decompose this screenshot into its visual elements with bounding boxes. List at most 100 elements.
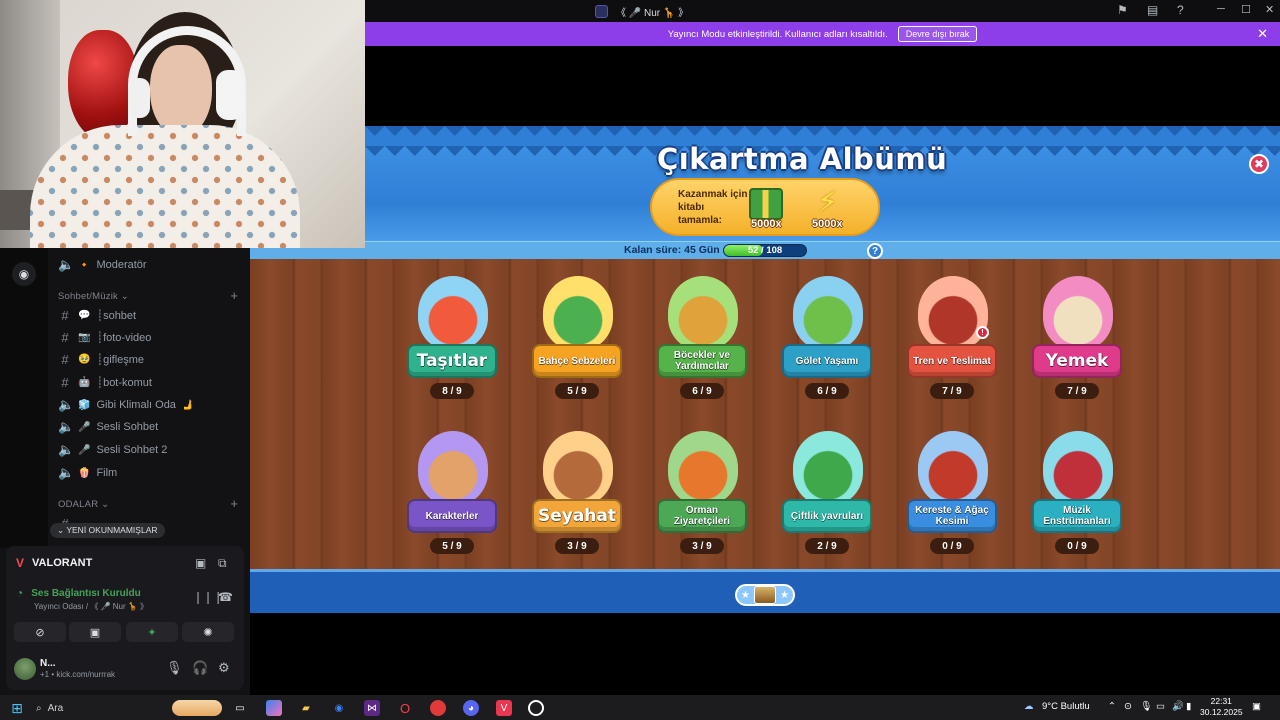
network-icon[interactable]: ▭ [1156, 701, 1165, 712]
channel-emoji: 📷 [78, 331, 91, 343]
user-name: N... [40, 658, 56, 669]
server-rail: ◉ [0, 248, 48, 548]
user-status: +1 • kick.com/nurrrak [40, 670, 116, 679]
sticker-card[interactable]: Kereste & Ağaç Kesimi 0 / 9 [904, 431, 1000, 581]
sticker-card[interactable]: Böcekler ve Yardımcılar 6 / 9 [654, 276, 750, 426]
copilot-icon[interactable] [266, 700, 282, 716]
sticker-art-icon [668, 431, 738, 505]
minimize-icon[interactable]: ─ [1217, 3, 1225, 15]
app-icon [595, 5, 608, 18]
new-unread-pill[interactable]: ⌄ YENİ OKUNMAMIŞLAR [50, 523, 165, 538]
file-explorer-icon[interactable]: ▰ [298, 700, 314, 716]
channel-moderator[interactable]: 🔈 🔸 Moderatör [58, 255, 147, 275]
maximize-icon[interactable]: ☐ [1241, 3, 1251, 16]
channel-gibi-klimali-oda[interactable]: 🔈 🧊 Gibi Klimalı Oda 🫸 [58, 395, 194, 415]
disable-streamer-mode-button[interactable]: Devre dışı bırak [897, 26, 978, 42]
discord-icon[interactable]: ◕ [463, 700, 479, 716]
sticker-name-plate: Yemek [1032, 344, 1122, 378]
sticker-card[interactable]: Bahçe Sebzeleri 5 / 9 [529, 276, 625, 426]
channel-film[interactable]: 🔈 🍿 Film [58, 463, 117, 483]
screen-share-button[interactable]: ▣ [69, 622, 121, 642]
camera-off-button[interactable]: ⊘ [14, 622, 66, 642]
visual-studio-icon[interactable]: ⋈ [364, 700, 380, 716]
microphone-icon[interactable]: 🎙 [166, 660, 183, 676]
tray-overflow-icon[interactable]: ⌃ [1108, 701, 1116, 712]
taskbar: ⊞ ⌕ Ara ▭ ▰ ◉ ⋈ O ◕ V ☁ 9°C Bulutlu ⌃ ⊙ … [0, 695, 1280, 720]
valorant-icon[interactable]: V [496, 700, 512, 716]
channel-sesli-sohbet[interactable]: 🔈 🎤 Sesli Sohbet [58, 417, 158, 437]
server-icon[interactable]: ◉ [12, 262, 36, 286]
activity-settings-icon[interactable]: ⧉ [218, 556, 227, 571]
sticker-count: 6 / 9 [805, 383, 849, 399]
sticker-card[interactable]: Karakterler 5 / 9 [404, 431, 500, 581]
category-odalar[interactable]: ODALAR ⌄ [58, 499, 109, 510]
reward-panel: Kazanmak için kitabı tamamla: 5000x ⚡ 50… [650, 178, 880, 236]
sticker-card[interactable]: Müzik Enstrümanları 0 / 9 [1029, 431, 1125, 581]
channel-label: ┊bot-komut [96, 376, 152, 389]
channel-emoji: 💬 [78, 309, 91, 321]
app-icon[interactable] [430, 700, 446, 716]
sticker-card[interactable]: Taşıtlar 8 / 9 [404, 276, 500, 426]
close-icon[interactable]: ✕ [1257, 26, 1268, 42]
sticker-card[interactable]: Tren ve Teslimat 7 / 9! [904, 276, 1000, 426]
album-book-button[interactable]: ★ ★ [735, 584, 795, 606]
channel-sesli-sohbet-2[interactable]: 🔈 🎤 Sesli Sohbet 2 [58, 440, 167, 460]
disconnect-icon[interactable]: ☎ [218, 590, 233, 604]
category-sohbet-muzik[interactable]: Sohbet/Müzik ⌄ [58, 291, 129, 302]
search-icon: ⌕ [36, 702, 42, 714]
sticker-name-plate: Taşıtlar [407, 344, 497, 378]
sticker-name-plate: Orman Ziyaretçileri [657, 499, 747, 533]
sticker-art-icon [668, 276, 738, 350]
app-icon[interactable] [528, 700, 544, 716]
inbox-icon[interactable]: ▤ [1147, 3, 1158, 17]
flag-icon[interactable]: ⚑ [1117, 3, 1128, 17]
hash-icon: # [61, 329, 69, 345]
notification-icon[interactable]: ▣ [1252, 701, 1261, 712]
gear-icon[interactable]: ⚙ [218, 660, 230, 676]
battery-icon[interactable]: ▮ [1186, 701, 1191, 712]
close-icon[interactable]: ✕ [1265, 3, 1274, 16]
reward-text: Kazanmak için kitabı tamamla: [678, 189, 748, 226]
windows-start-icon[interactable]: ⊞ [9, 700, 25, 716]
sticker-name-plate: Seyahat [532, 499, 622, 533]
webcam-overlay [0, 0, 365, 248]
sticker-card[interactable]: Seyahat 3 / 9 [529, 431, 625, 581]
screen-share-icon[interactable]: ▣ [195, 556, 206, 570]
sticker-count: 6 / 9 [680, 383, 724, 399]
channel-foto-video[interactable]: # 📷 ┊foto-video [58, 327, 151, 347]
weather-text[interactable]: 9°C Bulutlu [1042, 701, 1090, 712]
add-channel-icon[interactable]: + [230, 496, 238, 511]
sticker-card[interactable]: Çiftlik yavruları 2 / 9 [779, 431, 875, 581]
help-icon[interactable]: ? [867, 243, 883, 259]
channel-label: ┊foto-video [96, 331, 152, 344]
tray-app-icon[interactable]: ⊙ [1124, 701, 1132, 712]
sticker-count: 8 / 9 [430, 383, 474, 399]
microphone-icon[interactable]: 🎙 [1140, 701, 1152, 712]
close-album-button[interactable]: ✖ [1249, 154, 1269, 174]
streamer-shirt [30, 125, 300, 248]
window-title: 《 🎤 Nur 🦒 》 [616, 8, 689, 19]
search-highlight-icon[interactable] [172, 700, 222, 716]
sticker-card[interactable]: Orman Ziyaretçileri 3 / 9 [654, 431, 750, 581]
avatar[interactable] [14, 658, 36, 680]
channel-giflesme[interactable]: # 🥹 ┊gifleşme [58, 349, 144, 369]
channel-bot-komut[interactable]: # 🤖 ┊bot-komut [58, 372, 152, 392]
headphones-icon[interactable]: 🎧 [192, 660, 208, 676]
channel-emoji: 🧊 [78, 399, 91, 411]
clock-time: 22:31 [1210, 696, 1232, 706]
soundboard-button[interactable]: ✺ [182, 622, 234, 642]
help-icon[interactable]: ? [1177, 3, 1184, 17]
opera-icon[interactable]: O [397, 700, 413, 716]
voice-room: Yayıncı Odası / 《 🎤 Nur 🦒 》 [34, 602, 149, 611]
channel-sohbet[interactable]: # 💬 ┊sohbet [58, 305, 136, 325]
add-channel-icon[interactable]: + [230, 288, 238, 303]
edge-icon[interactable]: ◉ [331, 700, 347, 716]
activities-button[interactable]: ✦ [126, 622, 178, 642]
channel-emoji: 🎤 [78, 421, 91, 433]
volume-icon[interactable]: 🔊 [1172, 701, 1184, 712]
clock[interactable]: 22:31 30.12.2025 [1200, 696, 1243, 718]
sticker-art-icon [793, 431, 863, 505]
task-view-icon[interactable]: ▭ [232, 700, 248, 716]
sticker-card[interactable]: Yemek 7 / 9 [1029, 276, 1125, 426]
sticker-card[interactable]: Gölet Yaşamı 6 / 9 [779, 276, 875, 426]
